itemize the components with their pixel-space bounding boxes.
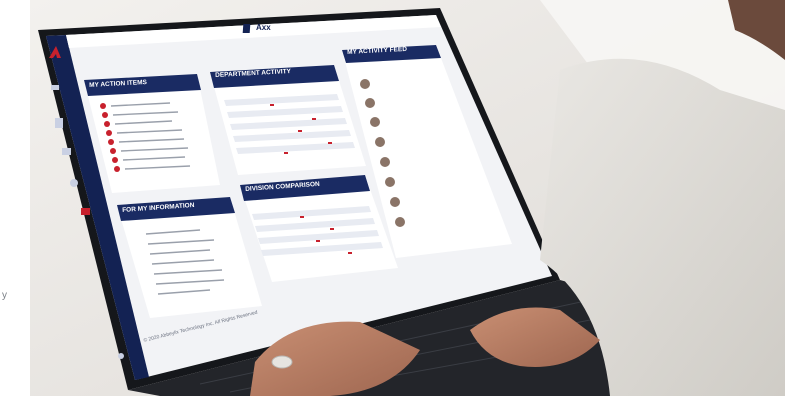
avatar [395,217,405,227]
list-item-badge [102,112,108,118]
avatar [385,177,395,187]
avatar [380,157,390,167]
ring [271,355,293,369]
dashboard-icon[interactable] [81,208,90,215]
list-item-badge [108,139,114,145]
chart-icon[interactable] [51,85,59,90]
list-item-badge [100,103,106,109]
users-icon[interactable] [70,179,78,187]
avatar [360,79,370,89]
photo-scene [0,0,785,396]
logout-icon[interactable] [118,353,124,359]
avatar [375,137,385,147]
list-item-badge [104,121,110,127]
monitor-icon[interactable] [62,148,71,155]
avatar [370,117,380,127]
avatar [365,98,375,108]
list-item-badge [114,166,120,172]
list-item-badge [110,148,116,154]
app-logo-mark [242,24,251,33]
side-caption: y [2,290,7,301]
page-margin [0,0,30,396]
list-item-badge [112,157,118,163]
avatar [390,197,400,207]
list-item-badge [106,130,112,136]
document-icon[interactable] [55,118,63,128]
